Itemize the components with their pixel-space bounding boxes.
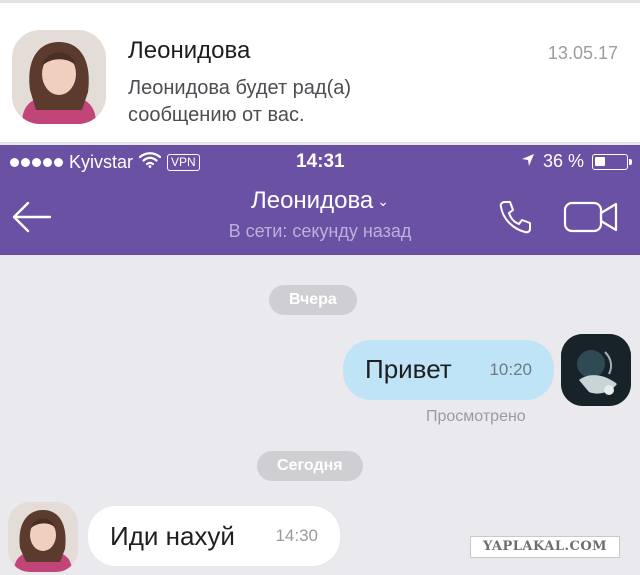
location-arrow-icon [521,151,535,172]
carrier-name: Kyivstar [69,152,134,172]
notification-date: 13.05.17 [547,43,618,63]
status-right: 36 % [521,151,632,172]
vpn-badge: VPN [167,154,200,171]
phone-icon[interactable] [496,198,534,241]
status-left: Kyivstar VPN [10,152,200,173]
own-avatar[interactable] [561,334,631,406]
contact-status: В сети: секунду назад [228,221,412,241]
outgoing-message[interactable]: Привет 10:20 [343,340,554,400]
message-time: 10:20 [489,360,532,379]
date-separator-today: Сегодня [257,451,363,481]
status-time: 14:31 [296,151,345,172]
notification-avatar [12,30,106,124]
video-camera-icon[interactable] [562,198,620,241]
incoming-message[interactable]: Иди нахуй 14:30 [88,506,340,566]
contact-name: Леонидова [250,187,374,214]
site-watermark: YAPLAKAL.COM [470,536,620,558]
message-text: Привет [365,354,452,384]
chevron-down-icon: ⌄ [377,193,390,210]
wifi-icon [138,152,162,173]
battery-icon [592,153,632,170]
signal-strength-icon [10,158,63,167]
status-bar: Kyivstar VPN 14:31 36 % [0,145,640,179]
notification-sender-name: Леонидова [128,37,251,64]
read-receipt: Просмотрено [426,408,526,425]
notification-card[interactable]: Леонидова 13.05.17 Леонидова будет рад(а… [0,0,640,143]
contact-name-button[interactable]: Леонидова ⌄ [0,187,640,215]
message-text: Иди нахуй [110,521,235,551]
message-time: 14:30 [275,526,318,545]
contact-avatar[interactable] [8,502,78,572]
notification-message: Леонидова будет рад(а) сообщению от вас. [128,77,352,126]
chat-header: Леонидова ⌄ В сети: секунду назад [0,179,640,255]
date-separator-yesterday: Вчера [269,285,357,315]
battery-percent: 36 % [542,151,584,171]
